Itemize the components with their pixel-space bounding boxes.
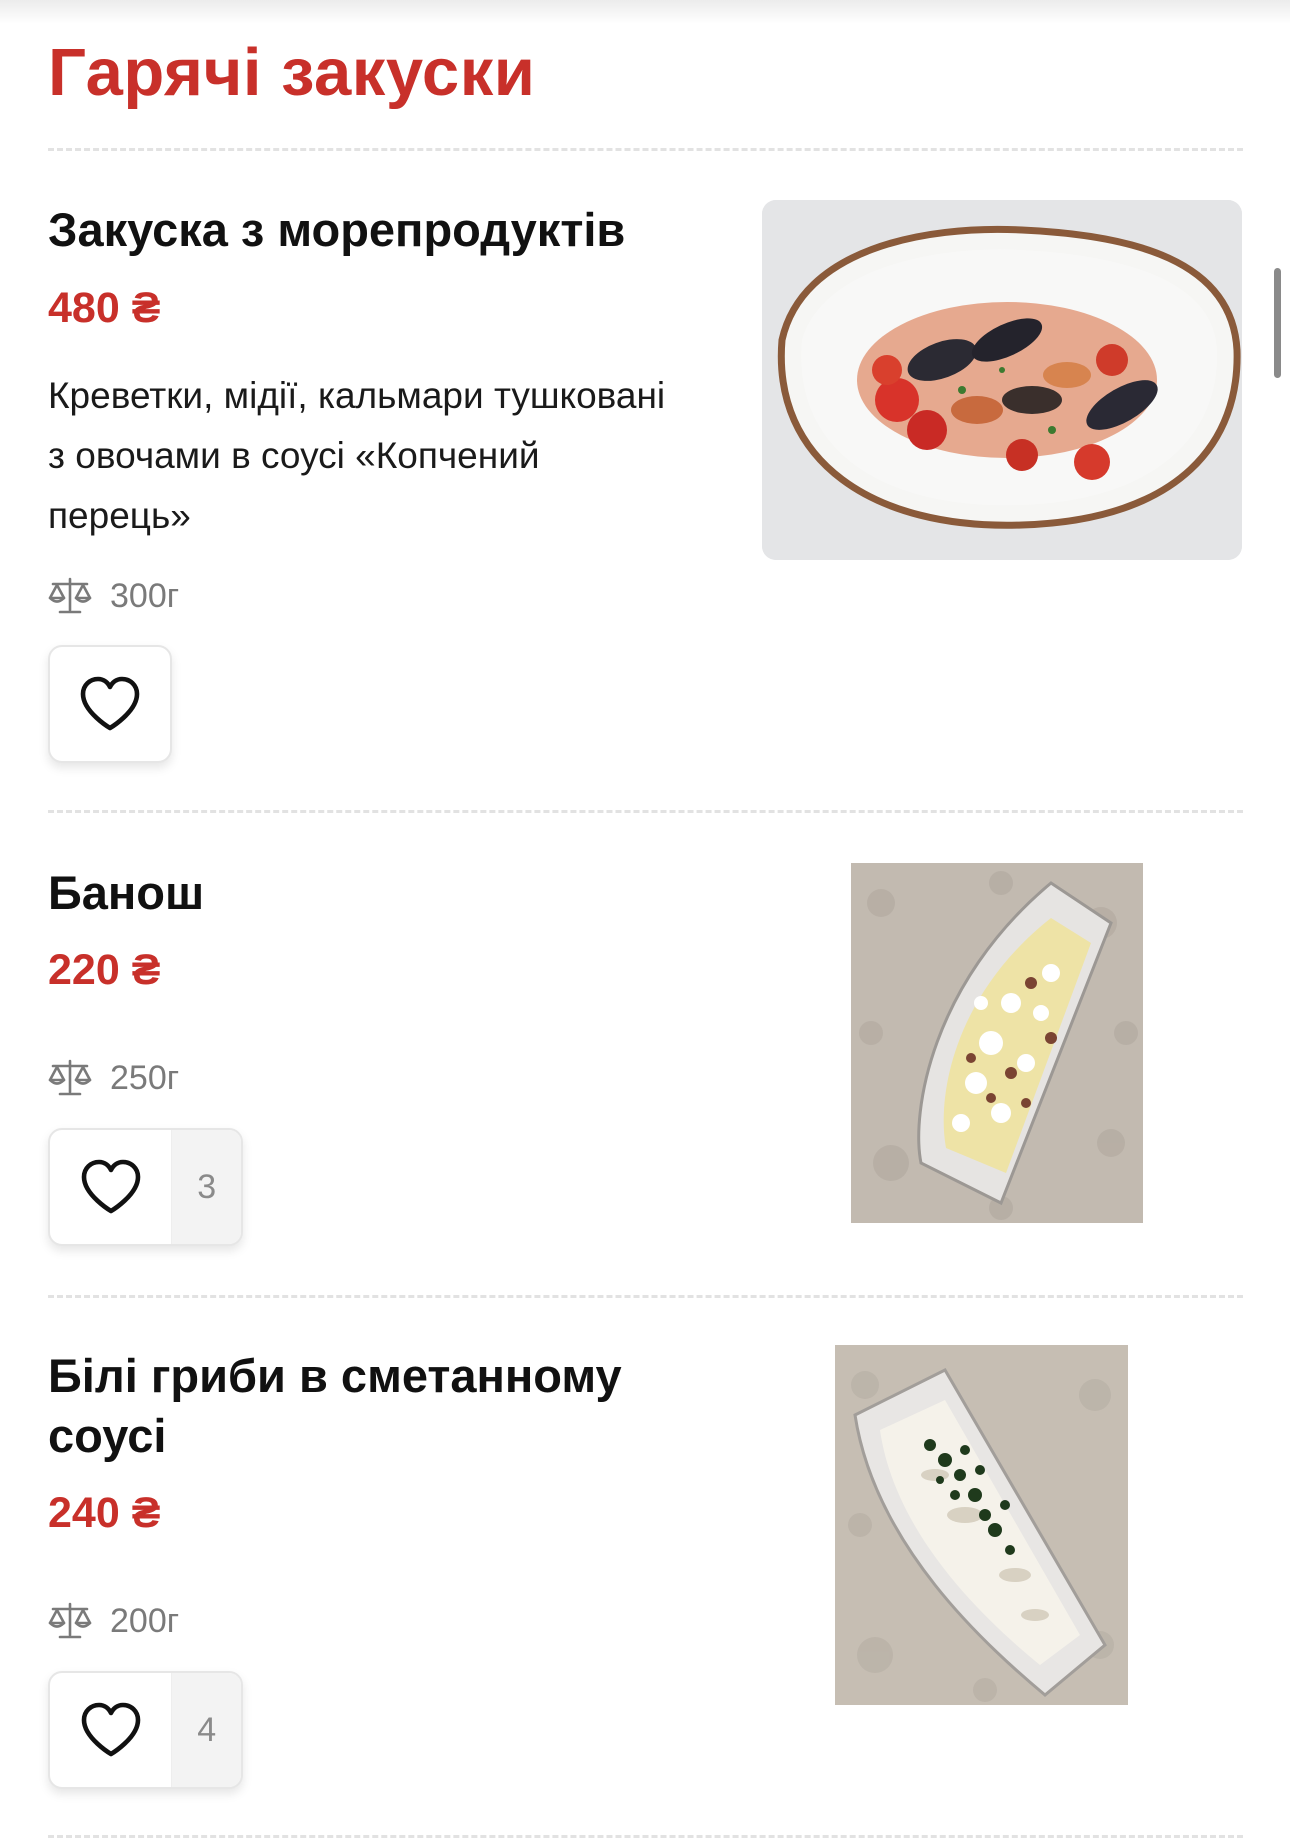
scale-icon	[48, 1059, 92, 1096]
item-name: Банош	[48, 866, 205, 919]
weight-value: 250г	[110, 1058, 180, 1097]
mushroom-dish-photo[interactable]	[835, 1345, 1128, 1705]
seafood-plate-photo[interactable]	[762, 200, 1242, 560]
weight-value: 200г	[110, 1601, 180, 1640]
item-name: Закуска з морепродуктів	[48, 203, 626, 256]
scale-icon	[48, 1602, 92, 1639]
scrollbar-thumb[interactable]	[1274, 268, 1281, 378]
heart-icon	[80, 676, 140, 731]
divider	[48, 148, 1243, 151]
top-fade	[0, 0, 1290, 24]
like-button[interactable]	[50, 647, 170, 761]
item-weight: 300г	[48, 574, 179, 618]
banosh-dish-image	[851, 863, 1143, 1223]
like-group	[48, 645, 172, 763]
mushroom-dish-image	[835, 1345, 1128, 1705]
section-title: Гарячі закуски	[48, 35, 536, 110]
like-count: 3	[171, 1130, 241, 1244]
banosh-dish-photo[interactable]	[851, 863, 1143, 1223]
item-weight: 250г	[48, 1056, 179, 1100]
item-price: 480 ₴	[48, 284, 161, 332]
heart-icon	[81, 1702, 140, 1757]
like-button[interactable]	[50, 1673, 171, 1787]
like-group: 4	[48, 1671, 243, 1789]
heart-icon	[81, 1159, 140, 1214]
item-description: Креветки, мідії, кальмари тушковані з ов…	[48, 375, 666, 536]
item-price: 220 ₴	[48, 946, 161, 994]
divider	[48, 810, 1243, 813]
divider	[48, 1835, 1243, 1838]
item-weight: 200г	[48, 1599, 179, 1643]
scale-icon	[48, 577, 92, 614]
seafood-plate-image	[762, 200, 1242, 560]
like-group: 3	[48, 1128, 243, 1246]
item-price: 240 ₴	[48, 1489, 161, 1537]
divider	[48, 1295, 1243, 1298]
like-count: 4	[171, 1673, 241, 1787]
like-button[interactable]	[50, 1130, 171, 1244]
item-name: Білі гриби в сметанному соусі	[48, 1349, 622, 1462]
weight-value: 300г	[110, 576, 180, 615]
